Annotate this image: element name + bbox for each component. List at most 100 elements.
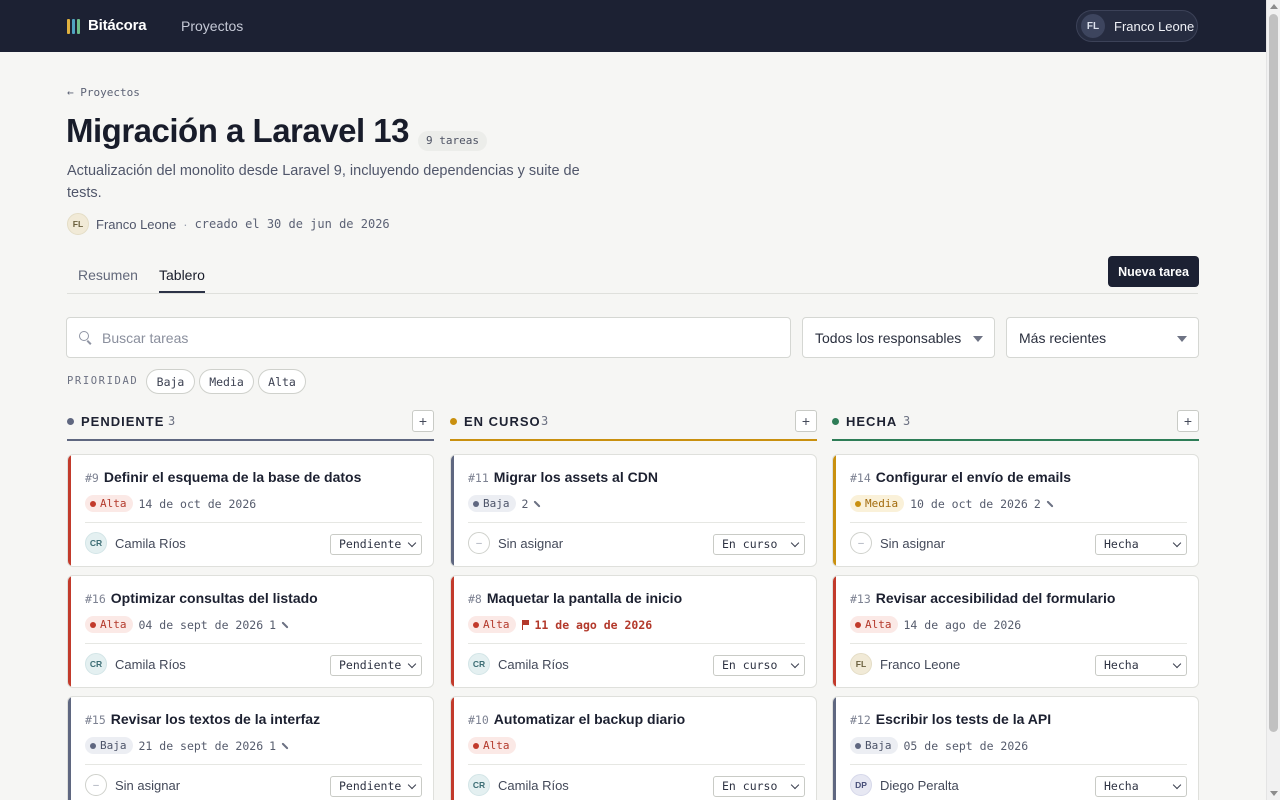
status-select-value: Pendiente — [339, 779, 402, 793]
task-card[interactable]: #9 Definir el esquema de la base de datos… — [67, 454, 434, 567]
status-select[interactable]: Hecha — [1095, 534, 1187, 555]
priority-chip-media[interactable]: Media — [199, 369, 254, 394]
brand-logo[interactable]: Bitácora — [67, 17, 147, 34]
status-select[interactable]: Pendiente — [330, 534, 422, 555]
task-card[interactable]: #15 Revisar los textos de la interfaz Baja… — [67, 696, 434, 800]
status-select[interactable]: Hecha — [1095, 655, 1187, 676]
add-task-button[interactable]: + — [1177, 410, 1199, 432]
task-title[interactable]: Escribir los tests de la API — [876, 711, 1051, 727]
priority-dot-icon — [473, 500, 479, 507]
card-meta-row: Alta 04 de sept de 2026 1 — [85, 616, 289, 633]
tab-tablero[interactable]: Tablero — [159, 267, 205, 293]
priority-chip-baja[interactable]: Baja — [146, 369, 195, 394]
card-divider — [468, 764, 805, 765]
priority-badge: Baja — [468, 495, 516, 512]
task-assignee: – Sin asignar — [85, 774, 180, 796]
card-title-row: #13 Revisar accesibilidad del formulario — [850, 590, 1115, 606]
priority-dot-icon — [855, 500, 861, 507]
scroll-up-icon[interactable] — [1270, 4, 1278, 9]
priority-dot-icon — [855, 621, 861, 628]
status-select[interactable]: Pendiente — [330, 655, 422, 676]
task-card[interactable]: #10 Automatizar el backup diario Alta CR Cam… — [450, 696, 817, 800]
column-header-hecha: HECHA 3 + — [832, 408, 1199, 441]
task-id: #15 — [85, 713, 106, 727]
new-task-button[interactable]: Nueva tarea — [1108, 256, 1199, 287]
back-to-projects-link[interactable]: ← Proyectos — [67, 86, 140, 99]
tab-resumen[interactable]: Resumen — [78, 267, 138, 283]
assignee-avatar: – — [85, 774, 107, 796]
task-title[interactable]: Revisar accesibilidad del formulario — [876, 590, 1116, 606]
chevron-down-icon — [790, 538, 800, 548]
due-date: 14 de oct de 2026 — [138, 496, 257, 511]
card-title-row: #10 Automatizar el backup diario — [468, 711, 685, 727]
card-title-row: #12 Escribir los tests de la API — [850, 711, 1051, 727]
due-date: 10 de oct de 2026 — [910, 496, 1028, 511]
task-title[interactable]: Automatizar el backup diario — [494, 711, 685, 727]
column-count: 3 — [168, 414, 176, 428]
task-title[interactable]: Definir el esquema de la base de datos — [104, 469, 362, 485]
pencil-icon — [1046, 499, 1054, 508]
task-title[interactable]: Optimizar consultas del listado — [111, 590, 318, 606]
caret-down-icon — [1177, 336, 1187, 342]
task-assignee: CR Camila Ríos — [85, 532, 186, 554]
status-select[interactable]: Pendiente — [330, 776, 422, 797]
status-select[interactable]: En curso — [713, 534, 805, 555]
assignee-name: Sin asignar — [498, 535, 564, 551]
task-card[interactable]: #14 Configurar el envío de emails Media 10 … — [832, 454, 1199, 567]
edit-count-value: 2 — [521, 496, 529, 511]
card-title-row: #16 Optimizar consultas del listado — [85, 590, 318, 606]
task-card[interactable]: #13 Revisar accesibilidad del formulario A… — [832, 575, 1199, 688]
assignee-avatar: FL — [850, 653, 872, 675]
due-date: 04 de sept de 2026 — [138, 617, 264, 632]
priority-accent-bar — [833, 455, 836, 566]
priority-badge: Baja — [850, 737, 898, 754]
nav-link-projects[interactable]: Proyectos — [181, 18, 243, 34]
user-menu[interactable]: FL Franco Leone — [1076, 10, 1198, 42]
priority-label: Alta — [483, 618, 510, 631]
page-scrollbar[interactable] — [1266, 0, 1280, 800]
chevron-down-icon — [407, 780, 417, 790]
task-id: #9 — [85, 471, 99, 485]
chevron-down-icon — [790, 659, 800, 669]
due-date: 14 de ago de 2026 — [903, 617, 1022, 632]
scrollbar-thumb[interactable] — [1269, 14, 1278, 732]
scroll-down-icon[interactable] — [1270, 791, 1278, 796]
chevron-down-icon — [407, 538, 417, 548]
add-task-button[interactable]: + — [795, 410, 817, 432]
assignee-name: Camila Ríos — [115, 656, 186, 672]
priority-accent-bar — [68, 455, 71, 566]
task-id: #11 — [468, 471, 489, 485]
task-title[interactable]: Maquetar la pantalla de inicio — [487, 590, 682, 606]
add-task-button[interactable]: + — [412, 410, 434, 432]
edit-count-value: 1 — [269, 738, 277, 753]
status-select[interactable]: En curso — [713, 655, 805, 676]
status-select-value: En curso — [722, 658, 778, 672]
task-card[interactable]: #8 Maquetar la pantalla de inicio Alta 11 d… — [450, 575, 817, 688]
sort-select[interactable]: Más recientes — [1006, 317, 1199, 358]
card-divider — [850, 643, 1187, 644]
priority-badge: Alta — [468, 616, 516, 633]
task-card[interactable]: #12 Escribir los tests de la API Baja 05 de… — [832, 696, 1199, 800]
edit-count: 2 — [1034, 497, 1054, 511]
card-meta-row: Alta 14 de ago de 2026 — [850, 616, 1021, 633]
status-select[interactable]: En curso — [713, 776, 805, 797]
assignee-select-value: Todos los responsables — [815, 329, 962, 346]
task-assignee: CR Camila Ríos — [85, 653, 186, 675]
task-title[interactable]: Revisar los textos de la interfaz — [111, 711, 320, 727]
task-title[interactable]: Configurar el envío de emails — [876, 469, 1071, 485]
task-card[interactable]: #11 Migrar los assets al CDN Baja 2 – Sin asi… — [450, 454, 817, 567]
priority-badge: Media — [850, 495, 905, 512]
search-input[interactable] — [102, 329, 742, 346]
status-select-value: Pendiente — [339, 537, 402, 551]
priority-badge: Baja — [85, 737, 133, 754]
owner-name: Franco Leone — [96, 216, 177, 232]
task-card[interactable]: #16 Optimizar consultas del listado Alta 04… — [67, 575, 434, 688]
chevron-down-icon — [790, 780, 800, 790]
task-title[interactable]: Migrar los assets al CDN — [494, 469, 658, 485]
edit-count-value: 2 — [1033, 496, 1041, 511]
assignee-name: Diego Peralta — [880, 777, 959, 793]
status-select[interactable]: Hecha — [1095, 776, 1187, 797]
assignee-select[interactable]: Todos los responsables — [802, 317, 995, 358]
assignee-avatar: – — [468, 532, 490, 554]
priority-chip-alta[interactable]: Alta — [258, 369, 306, 394]
